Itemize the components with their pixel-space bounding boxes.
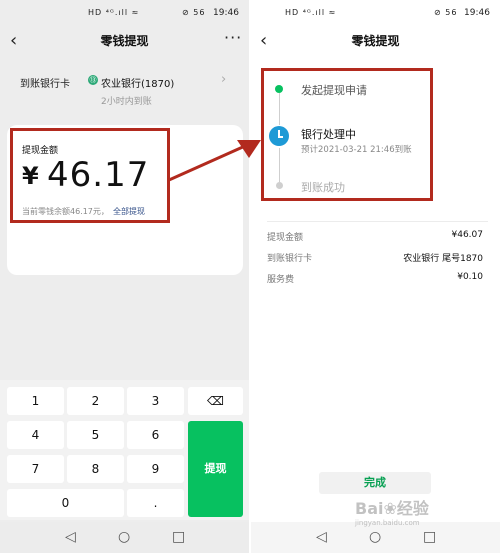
- bank-card-label: 到账银行卡: [20, 79, 70, 90]
- detail-bank-label: 到账银行卡: [267, 254, 313, 264]
- signal-icon: HD ⁴ᴳ.ıll ≈: [88, 8, 140, 17]
- withdraw-input-screen: HD ⁴ᴳ.ıll ≈ ⊘ 56 19:46 ‹ 零钱提现 ··· 到账银行卡 …: [0, 0, 249, 553]
- divider: [267, 221, 488, 222]
- backspace-icon: ⌫: [207, 394, 224, 408]
- numeric-keypad: 1 2 3 ⌫ 4 5 6 7 8 9 0 . 提现: [0, 380, 249, 520]
- key-7[interactable]: 7: [7, 455, 64, 483]
- key-9[interactable]: 9: [127, 455, 184, 483]
- key-0[interactable]: 0: [7, 489, 124, 517]
- highlight-box-status: [261, 68, 433, 201]
- detail-fee-value: ¥0.10: [457, 272, 483, 282]
- baidu-watermark: Bai❀经验 jingyan.baidu.com: [355, 499, 429, 527]
- key-dot[interactable]: .: [127, 489, 184, 517]
- annotation-arrow-icon: [168, 140, 261, 182]
- page-title: 零钱提现: [351, 34, 400, 48]
- status-bar: HD ⁴ᴳ.ıll ≈ ⊘ 56 19:46: [0, 8, 249, 22]
- key-6[interactable]: 6: [127, 421, 184, 449]
- chevron-right-icon: ›: [221, 72, 227, 87]
- key-1[interactable]: 1: [7, 387, 64, 415]
- more-icon[interactable]: ···: [224, 28, 242, 47]
- status-time: 19:46: [213, 8, 239, 18]
- detail-fee-label: 服务费: [267, 275, 295, 285]
- nav-home-icon[interactable]: ○: [118, 529, 130, 545]
- battery-icon: ⊘ 56: [434, 8, 458, 17]
- arrival-eta: 2小时内到账: [101, 97, 152, 107]
- nav-back-icon[interactable]: ◁: [65, 529, 76, 545]
- system-nav-bar: ◁ ○ □: [0, 522, 249, 553]
- key-2[interactable]: 2: [67, 387, 124, 415]
- page-title: 零钱提现: [100, 34, 149, 48]
- detail-bank-value: 农业银行 尾号1870: [403, 254, 483, 264]
- bank-name: 农业银行(1870): [101, 79, 175, 90]
- bank-logo-icon: ⑬: [88, 75, 98, 85]
- highlight-box-amount: [10, 128, 170, 223]
- nav-back-icon[interactable]: ◁: [316, 529, 327, 545]
- battery-icon: ⊘ 56: [182, 8, 206, 17]
- nav-recent-icon[interactable]: □: [172, 529, 185, 545]
- detail-amount-label: 提现金额: [267, 233, 304, 243]
- withdraw-submit-button[interactable]: 提现: [188, 421, 243, 517]
- key-3[interactable]: 3: [127, 387, 184, 415]
- detail-amount-value: ¥46.07: [451, 230, 484, 240]
- delete-key[interactable]: ⌫: [188, 387, 243, 415]
- status-bar: HD ⁴ᴳ.ıll ≈ ⊘ 56 19:46: [251, 8, 500, 22]
- key-5[interactable]: 5: [67, 421, 124, 449]
- done-button[interactable]: 完成: [319, 472, 431, 494]
- key-4[interactable]: 4: [7, 421, 64, 449]
- status-time: 19:46: [464, 8, 490, 18]
- key-8[interactable]: 8: [67, 455, 124, 483]
- signal-icon: HD ⁴ᴳ.ıll ≈: [285, 8, 337, 17]
